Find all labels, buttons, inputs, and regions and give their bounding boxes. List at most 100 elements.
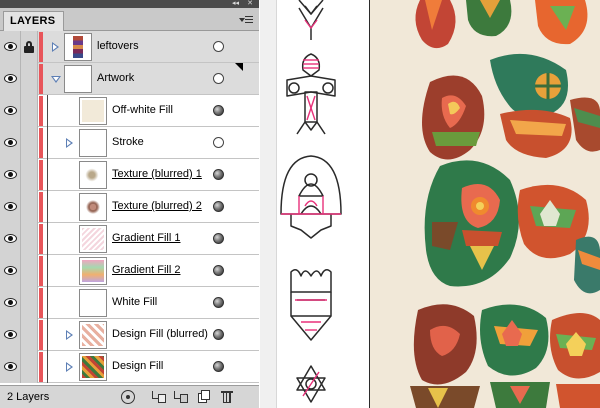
stroke-glyphs (280, 0, 342, 403)
layer-color-bar (39, 288, 43, 318)
layer-thumbnail (64, 65, 92, 93)
lock-toggle[interactable] (21, 319, 38, 351)
visibility-toggle[interactable] (0, 159, 21, 191)
layer-color-bar (39, 256, 43, 286)
visibility-toggle[interactable] (0, 63, 21, 95)
lock-toggle[interactable] (21, 159, 38, 191)
layer-row-texture-blurred-2[interactable]: Texture (blurred) 2 (0, 191, 259, 223)
layer-thumbnail (79, 193, 107, 221)
lock-toggle[interactable] (21, 255, 38, 287)
tree-line (47, 159, 48, 191)
lock-toggle[interactable] (21, 95, 38, 127)
target-circle-icon[interactable] (213, 73, 224, 84)
visibility-toggle[interactable] (0, 191, 21, 223)
target-circle-icon[interactable] (213, 233, 224, 244)
layer-row-off-white-fill[interactable]: Off-white Fill (0, 95, 259, 127)
layer-row-stroke[interactable]: Stroke (0, 127, 259, 159)
create-new-layer-icon[interactable] (196, 390, 210, 404)
target-circle-icon[interactable] (213, 169, 224, 180)
layer-name[interactable]: leftovers (97, 40, 139, 52)
expand-toggle-icon[interactable] (51, 76, 61, 83)
layer-color-bar (39, 192, 43, 222)
eye-icon (4, 234, 17, 243)
target-circle-icon[interactable] (213, 361, 224, 372)
layer-row-design-fill-blurred[interactable]: Design Fill (blurred) (0, 319, 259, 351)
target-circle-icon[interactable] (213, 41, 224, 52)
panel-title-bar[interactable]: ◂◂ ✕ (0, 0, 259, 8)
layer-row-texture-blurred-1[interactable]: Texture (blurred) 1 (0, 159, 259, 191)
layer-row-artwork[interactable]: Artwork (0, 63, 259, 95)
artboard-colored-artwork[interactable] (370, 0, 600, 408)
expand-toggle-icon[interactable] (66, 362, 73, 372)
eye-icon (4, 42, 17, 51)
visibility-toggle[interactable] (0, 255, 21, 287)
target-circle-icon[interactable] (213, 297, 224, 308)
glyph-bird (286, 53, 336, 135)
expand-toggle-icon[interactable] (66, 138, 73, 148)
expand-toggle-icon[interactable] (66, 330, 73, 340)
layer-color-bar (39, 96, 43, 126)
lock-toggle[interactable] (21, 63, 38, 95)
layer-name[interactable]: Off-white Fill (112, 104, 173, 116)
layer-color-bar (39, 64, 43, 94)
tree-line (47, 319, 48, 351)
tab-layers[interactable]: LAYERS (3, 11, 65, 31)
layer-name[interactable]: Gradient Fill 2 (112, 264, 180, 276)
target-circle-icon[interactable] (213, 265, 224, 276)
layer-name[interactable]: Stroke (112, 136, 144, 148)
layer-name[interactable]: Artwork (97, 72, 134, 84)
make-clipping-mask-icon[interactable] (152, 390, 166, 404)
lock-toggle[interactable] (21, 287, 38, 319)
glyph-arrow-top (298, 0, 324, 40)
layer-row-leftovers[interactable]: leftovers (0, 31, 259, 63)
layer-thumbnail (79, 257, 107, 285)
layer-name[interactable]: Texture (blurred) 2 (112, 200, 202, 212)
delete-layer-icon[interactable] (220, 390, 234, 404)
visibility-toggle[interactable] (0, 351, 21, 383)
layer-color-bar (39, 352, 43, 382)
layer-thumbnail (79, 289, 107, 317)
layer-name[interactable]: White Fill (112, 296, 157, 308)
colored-lettering-art (410, 0, 600, 408)
lock-toggle[interactable] (21, 191, 38, 223)
tree-line (47, 223, 48, 255)
layer-name[interactable]: Texture (blurred) 1 (112, 168, 202, 180)
target-circle-icon[interactable] (213, 201, 224, 212)
eye-icon (4, 266, 17, 275)
target-circle-icon[interactable] (213, 329, 224, 340)
collapse-panel-icon[interactable]: ◂◂ (232, 0, 239, 8)
target-circle-icon[interactable] (213, 137, 224, 148)
create-sublayer-icon[interactable] (174, 390, 188, 404)
lock-toggle[interactable] (21, 31, 38, 63)
target-circle-icon[interactable] (213, 105, 224, 116)
lock-icon (24, 41, 34, 53)
lock-toggle[interactable] (21, 223, 38, 255)
visibility-toggle[interactable] (0, 287, 21, 319)
stroke-artwork-column[interactable] (276, 0, 369, 408)
visibility-toggle[interactable] (0, 95, 21, 127)
locate-object-icon[interactable] (121, 390, 135, 404)
tree-line (47, 287, 48, 319)
close-panel-icon[interactable]: ✕ (247, 0, 253, 8)
panel-menu-icon[interactable] (239, 15, 253, 25)
layer-row-gradient-fill-1[interactable]: Gradient Fill 1 (0, 223, 259, 255)
layer-thumbnail (79, 129, 107, 157)
tree-line (47, 127, 48, 159)
visibility-toggle[interactable] (0, 319, 21, 351)
panel-tab-row: LAYERS (0, 8, 259, 31)
visibility-toggle[interactable] (0, 127, 21, 159)
layer-row-gradient-fill-2[interactable]: Gradient Fill 2 (0, 255, 259, 287)
layer-name[interactable]: Gradient Fill 1 (112, 232, 180, 244)
lock-toggle[interactable] (21, 351, 38, 383)
layer-name[interactable]: Design Fill (blurred) (112, 328, 208, 340)
expand-toggle-icon[interactable] (52, 42, 59, 52)
layer-thumbnail (79, 97, 107, 125)
layer-thumbnail (79, 225, 107, 253)
lock-toggle[interactable] (21, 127, 38, 159)
visibility-toggle[interactable] (0, 223, 21, 255)
layer-row-design-fill[interactable]: Design Fill (0, 351, 259, 383)
layer-name[interactable]: Design Fill (112, 360, 163, 372)
visibility-toggle[interactable] (0, 31, 21, 63)
eye-icon (4, 170, 17, 179)
layer-row-white-fill[interactable]: White Fill (0, 287, 259, 319)
